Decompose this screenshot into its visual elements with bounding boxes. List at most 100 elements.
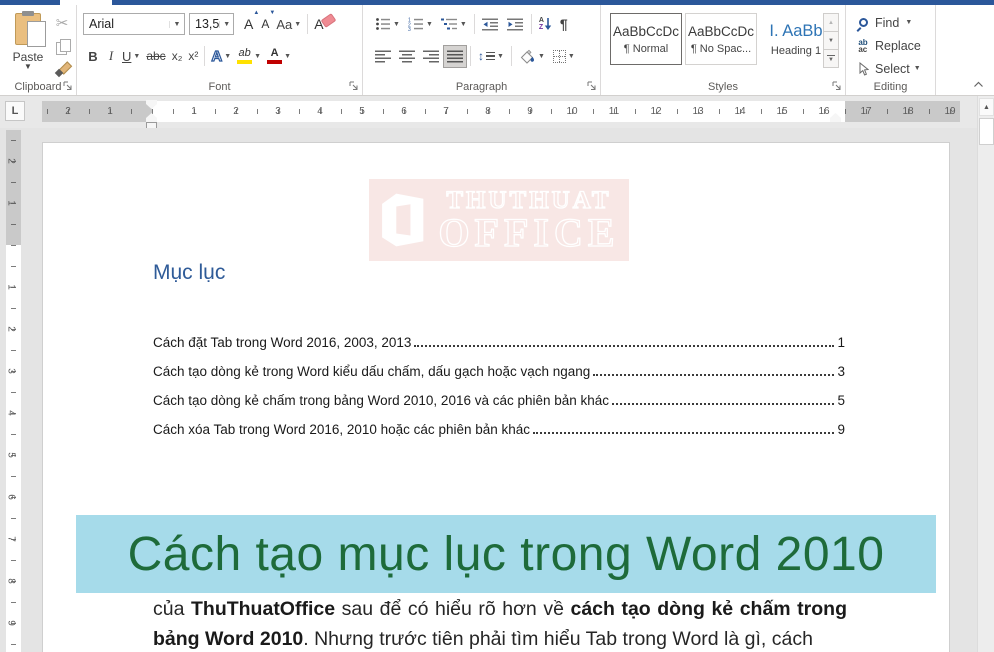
tab-stop-selector[interactable]: L [5,101,25,121]
change-case-button[interactable]: Aa▼ [273,12,304,36]
toc-entry-title: Cách tạo dòng kẻ trong Word kiểu dấu chấ… [153,364,590,381]
gallery-scroll-down-button[interactable]: ▼ [823,31,839,50]
style-card--no-spac-[interactable]: AaBbCcDc¶ No Spac... [685,13,757,65]
style-card--normal[interactable]: AaBbCcDc¶ Normal [610,13,682,65]
ruler-number: 15 [776,105,787,118]
font-dialog-launcher[interactable] [348,80,360,92]
body-text-run: sau để có hiểu rõ hơn về [335,598,570,620]
show-hide-marks-button[interactable]: ¶ [556,13,572,36]
chevron-down-icon[interactable]: ▼ [219,21,233,28]
font-group-label: Font [77,81,362,93]
ruler-number: 4 [5,410,16,416]
separator [531,14,532,34]
decrease-indent-button[interactable] [478,13,503,36]
ruler-number: 13 [692,105,703,118]
body-paragraph[interactable]: của ThuThuatOffice sau để có hiểu rõ hơn… [153,595,847,652]
multilevel-list-button[interactable]: ▼ [437,13,471,36]
chevron-down-icon: ▼ [24,64,32,70]
styles-dialog-launcher[interactable] [831,80,843,92]
multilevel-list-icon [441,17,458,31]
style-preview: AaBbCcDc [613,24,679,39]
highlight-icon: ab [237,48,252,64]
numbering-button[interactable]: 123 ▼ [404,13,437,36]
ruler-number: 2 [65,105,71,118]
horizontal-ruler[interactable]: 2112345678910111213141516171819 [42,101,960,122]
watermark-line2: OFFICE [438,214,619,252]
chevron-down-icon: ▼ [914,65,921,72]
styles-gallery-scroll: ▲ ▼ ▼ [823,13,839,67]
borders-button[interactable]: ▼ [549,45,579,68]
toc-entry[interactable]: Cách xóa Tab trong Word 2016, 2010 hoặc … [153,410,845,439]
gallery-more-button[interactable]: ▼ [823,49,839,68]
chevron-down-icon: ▼ [133,53,140,60]
align-right-button[interactable] [419,45,443,68]
grow-font-button[interactable]: A▲ [240,12,257,36]
vertical-scrollbar[interactable]: ▲ [977,96,994,652]
numbering-icon: 123 [408,17,424,31]
bold-button[interactable]: B [83,44,103,68]
copy-button[interactable] [52,36,72,56]
office-logo-icon [378,191,430,249]
svg-text:3: 3 [408,27,411,31]
line-spacing-icon: ↕ [478,49,495,63]
toc-entry[interactable]: Cách tạo dòng kẻ chấm trong bảng Word 20… [153,381,845,410]
underline-button[interactable]: U▼ [119,44,143,68]
document-canvas[interactable]: THUTHUAT OFFICE Mục lục Cách đặt Tab tro… [0,128,977,652]
toc-dot-leader [414,345,834,347]
paragraph-dialog-launcher[interactable] [586,80,598,92]
increase-indent-button[interactable] [503,13,528,36]
caret-up-icon: ▲ [983,104,990,111]
style-name: Heading 1 [771,45,821,57]
shading-button[interactable]: ▼ [515,45,549,68]
paste-button[interactable]: Paste ▼ [6,11,50,81]
ruler-number: 2 [5,158,16,164]
text-highlight-button[interactable]: ab ▼ [234,44,264,68]
chevron-down-icon: ▼ [568,53,575,60]
collapse-ribbon-button[interactable] [970,77,986,91]
gallery-scroll-up-button[interactable]: ▲ [823,13,839,32]
ruler-number: 1 [5,284,16,290]
ruler-number: 1 [5,200,16,206]
chevron-down-icon[interactable]: ▼ [169,21,184,28]
toc-entry[interactable]: Cách đặt Tab trong Word 2016, 2003, 2013… [153,323,845,352]
vertical-ruler[interactable]: 21123456789 [6,130,21,652]
style-card-heading-1[interactable]: I. AaBbHeading 1 [760,13,832,65]
scroll-up-button[interactable]: ▲ [979,98,994,116]
format-painter-button[interactable] [52,59,72,79]
replace-button[interactable]: abac Replace [854,34,921,57]
font-size-combobox[interactable]: 13,5 ▼ [189,13,234,35]
font-color-icon: A [267,48,282,64]
cut-button[interactable]: ✂ [52,13,72,33]
toc-page-number: 1 [837,335,845,352]
select-button[interactable]: Select ▼ [854,57,921,80]
toc-dot-leader [612,403,834,405]
line-spacing-button[interactable]: ↕ ▼ [474,45,508,68]
ruler-number: 3 [275,105,281,118]
scrollbar-thumb[interactable] [979,118,994,145]
strikethrough-button[interactable]: abc [143,44,168,68]
find-button[interactable]: Find ▼ [854,11,921,34]
italic-button[interactable]: I [103,44,119,68]
align-left-button[interactable] [371,45,395,68]
clipboard-dialog-launcher[interactable] [62,80,74,92]
document-main-title[interactable]: Cách tạo mục lục trong Word 2010 [76,515,936,593]
toc-entry[interactable]: Cách tạo dòng kẻ trong Word kiểu dấu chấ… [153,352,845,381]
bullets-button[interactable]: ▼ [371,13,404,36]
subscript-button[interactable]: x₂ [169,44,186,68]
font-color-button[interactable]: A ▼ [264,44,294,68]
text-effects-button[interactable]: A▼ [208,44,234,68]
sort-button[interactable]: AZ [535,13,556,36]
shrink-font-button[interactable]: A▼ [257,12,273,36]
align-center-button[interactable] [395,45,419,68]
more-bar [827,55,835,56]
clear-formatting-button[interactable]: A [311,12,326,36]
ruler-number: 14 [734,105,745,118]
toc-dot-leader [593,374,834,376]
justify-button[interactable] [443,45,467,68]
find-label: Find [875,16,899,30]
document-page[interactable]: THUTHUAT OFFICE Mục lục Cách đặt Tab tro… [42,142,950,652]
toc-heading[interactable]: Mục lục [153,261,225,285]
superscript-button[interactable]: x² [185,44,201,68]
font-name-combobox[interactable]: Arial ▼ [83,13,185,35]
decrease-indent-icon [482,18,499,31]
